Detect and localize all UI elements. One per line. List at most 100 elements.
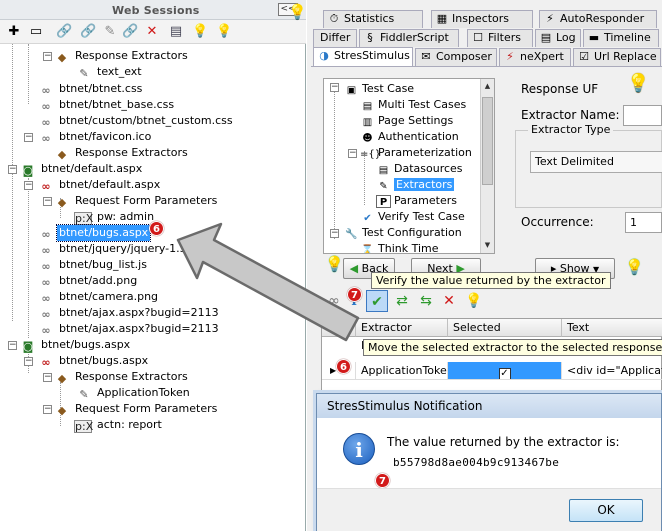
tree-node[interactable]: ◆ Response Extractors <box>54 48 190 64</box>
tab-composer[interactable]: ✉ Composer <box>415 48 497 66</box>
edit-icon[interactable]: ✎ <box>102 24 118 40</box>
add-link-icon[interactable]: 🔗 <box>56 24 72 40</box>
tab-stresstimulus[interactable]: ◑ StresStimulus <box>313 47 413 67</box>
dialog-body: i The value returned by the extractor is… <box>317 418 661 531</box>
process-node-multi-test-cases[interactable]: ▤ Multi Test Cases <box>360 97 466 112</box>
delete-icon[interactable]: ✕ <box>144 24 160 40</box>
tree-node[interactable]: ∞ btnet/btnet.css <box>38 81 144 97</box>
tree-node[interactable]: ◆ Response Extractors <box>54 145 190 161</box>
tree-node[interactable]: ◙ btnet/default.aspx <box>20 161 144 177</box>
tree-node[interactable]: ∞ btnet/favicon.ico <box>38 129 153 145</box>
expand-toggle[interactable]: − <box>330 83 339 92</box>
scroll-down-icon[interactable]: ▼ <box>482 239 493 252</box>
expand-toggle[interactable]: − <box>24 181 33 190</box>
expand-toggle[interactable]: − <box>43 52 52 61</box>
tree-node[interactable]: ∞ btnet/btnet_base.css <box>38 97 176 113</box>
delete-link-icon[interactable]: 🔗 <box>122 24 138 40</box>
expand-toggle[interactable]: − <box>43 373 52 382</box>
link-icon[interactable]: 🔗 <box>80 24 96 40</box>
cell-selected[interactable]: ✓ <box>448 362 562 380</box>
cell-text[interactable]: <div id="Applicat <box>562 362 662 380</box>
process-node-datasources[interactable]: ▤ Datasources <box>376 161 463 176</box>
link-icon: ∞ <box>41 308 51 321</box>
tree-node[interactable]: ◆ Response Extractors <box>54 369 190 385</box>
tree-node[interactable]: ∞ btnet/add.png <box>38 273 139 289</box>
process-node-authentication[interactable]: ☻ Authentication <box>360 129 458 144</box>
process-node-parameterization[interactable]: ={}Parameterization <box>360 145 472 160</box>
properties-icon[interactable]: ▤ <box>168 24 184 40</box>
tab-inspectors[interactable]: ▦ Inspectors <box>431 10 533 28</box>
tree-node[interactable]: ✎ ApplicationToken <box>76 385 192 401</box>
expand-toggle[interactable]: − <box>8 165 17 174</box>
tree-node[interactable]: ∞ btnet/bug_list.js <box>38 257 149 273</box>
tree-node[interactable]: ◙ btnet/bugs.aspx <box>20 337 132 353</box>
response-extractors-icon: ◆ <box>57 148 67 161</box>
tab-url-replace[interactable]: ☑ Url Replace <box>573 48 661 66</box>
help-bulb-icon[interactable]: 💡 <box>463 290 485 312</box>
cell-extractor-name[interactable]: ApplicationToken <box>356 362 448 380</box>
expand-toggle[interactable]: − <box>348 149 357 158</box>
selected-session-node[interactable]: ∞ btnet/bugs.aspx <box>38 224 152 242</box>
tree-node[interactable]: ✎ text_ext <box>76 64 144 80</box>
expand-toggle[interactable]: − <box>24 133 33 142</box>
move-extractor-button[interactable]: ⇄ <box>391 290 413 312</box>
tree-node[interactable]: p:X actn: report <box>74 417 164 433</box>
selected-checkbox[interactable]: ✓ <box>498 368 511 379</box>
expand-toggle[interactable]: − <box>330 229 339 238</box>
tab-statistics[interactable]: ⏱ Statistics <box>323 10 423 28</box>
extractor-name-label: Extractor Name: <box>521 108 620 122</box>
verify-check-button[interactable]: ✔ <box>366 290 388 312</box>
page-icon: ◙ <box>22 340 34 353</box>
process-node-verify-test-case[interactable]: ✔ Verify Test Case <box>360 209 464 224</box>
process-node-think-time[interactable]: ⌛ Think Time <box>360 241 438 253</box>
delete-extractor-button[interactable]: ✕ <box>438 290 460 312</box>
expand-toggle[interactable]: − <box>8 341 17 350</box>
ok-button[interactable]: OK <box>569 499 643 522</box>
occurrence-input[interactable]: 1 <box>625 212 662 233</box>
scroll-up-icon[interactable]: ▲ <box>482 80 493 93</box>
tab-nexpert[interactable]: ⚡ neXpert <box>499 48 571 66</box>
scroll-thumb[interactable] <box>482 97 493 185</box>
process-node-parameters[interactable]: P Parameters <box>376 193 457 208</box>
tab-timeline[interactable]: ▬ Timeline <box>583 29 659 47</box>
expand-all-icon[interactable]: ✚ <box>6 24 22 40</box>
hint-bulb-icon[interactable]: 💡 <box>216 24 232 40</box>
tree-node[interactable]: ∞ btnet/ajax.aspx?bugid=2113 <box>38 321 221 337</box>
notification-dialog: StresStimulus Notification i The value r… <box>316 393 662 531</box>
help-bulb-icon[interactable]: 💡 <box>192 24 208 40</box>
expand-toggle[interactable]: − <box>43 197 52 206</box>
green-bulb-icon: 💡 <box>325 255 344 273</box>
link-icon[interactable]: ∞ <box>323 290 345 312</box>
process-node-page-settings[interactable]: ▥ Page Settings <box>360 113 453 128</box>
tab-log[interactable]: ▤ Log <box>535 29 581 47</box>
expand-toggle[interactable]: − <box>24 357 33 366</box>
tab-autoresponder[interactable]: ⚡ AutoResponder <box>539 10 657 28</box>
process-node-test-configuration[interactable]: 🔧 Test Configuration <box>344 225 462 240</box>
tree-node[interactable]: p:X pw: admin <box>74 209 156 225</box>
link-icon: ∞ <box>41 100 51 113</box>
tab-differ[interactable]: Differ <box>313 29 357 47</box>
extractor-name-input[interactable] <box>623 105 662 126</box>
process-tree-scrollbar[interactable]: ▲ ▼ <box>480 79 494 253</box>
tree-node[interactable]: ∞ btnet/custom/btnet_custom.css <box>38 113 235 129</box>
tree-node[interactable]: ∞ btnet/jquery/jquery-1.3 <box>38 241 189 257</box>
copy-extractor-button[interactable]: ⇆ <box>415 290 437 312</box>
tab-fiddlerscript[interactable]: § FiddlerScript <box>359 29 459 47</box>
help-bulb-icon[interactable]: 💡 <box>627 75 649 93</box>
tree-node[interactable]: ◆ Request Form Parameters <box>54 193 219 209</box>
tree-node[interactable]: ∞ btnet/ajax.aspx?bugid=2113 <box>38 305 221 321</box>
tree-node[interactable]: ∞ btnet/camera.png <box>38 289 160 305</box>
tab-filters[interactable]: ☐ Filters <box>467 29 533 47</box>
column-text[interactable]: Text <box>562 319 662 337</box>
process-node-test-case[interactable]: ▣ Test Case <box>344 81 414 96</box>
extractor-type-select[interactable]: Text Delimited <box>530 151 662 173</box>
braces-icon: ={} <box>360 149 382 160</box>
collapse-all-icon[interactable]: ▭ <box>28 24 44 40</box>
tree-node[interactable]: ∞ btnet/default.aspx <box>38 177 162 193</box>
process-node-extractors[interactable]: ✎ Extractors <box>376 177 455 192</box>
column-extractor-name[interactable]: Extractor Name <box>356 319 448 352</box>
column-selected[interactable]: Selected <box>448 319 562 337</box>
tree-node[interactable]: ◆ Request Form Parameters <box>54 401 219 417</box>
tree-node[interactable]: ∞ btnet/bugs.aspx <box>38 353 150 369</box>
expand-toggle[interactable]: − <box>43 405 52 414</box>
